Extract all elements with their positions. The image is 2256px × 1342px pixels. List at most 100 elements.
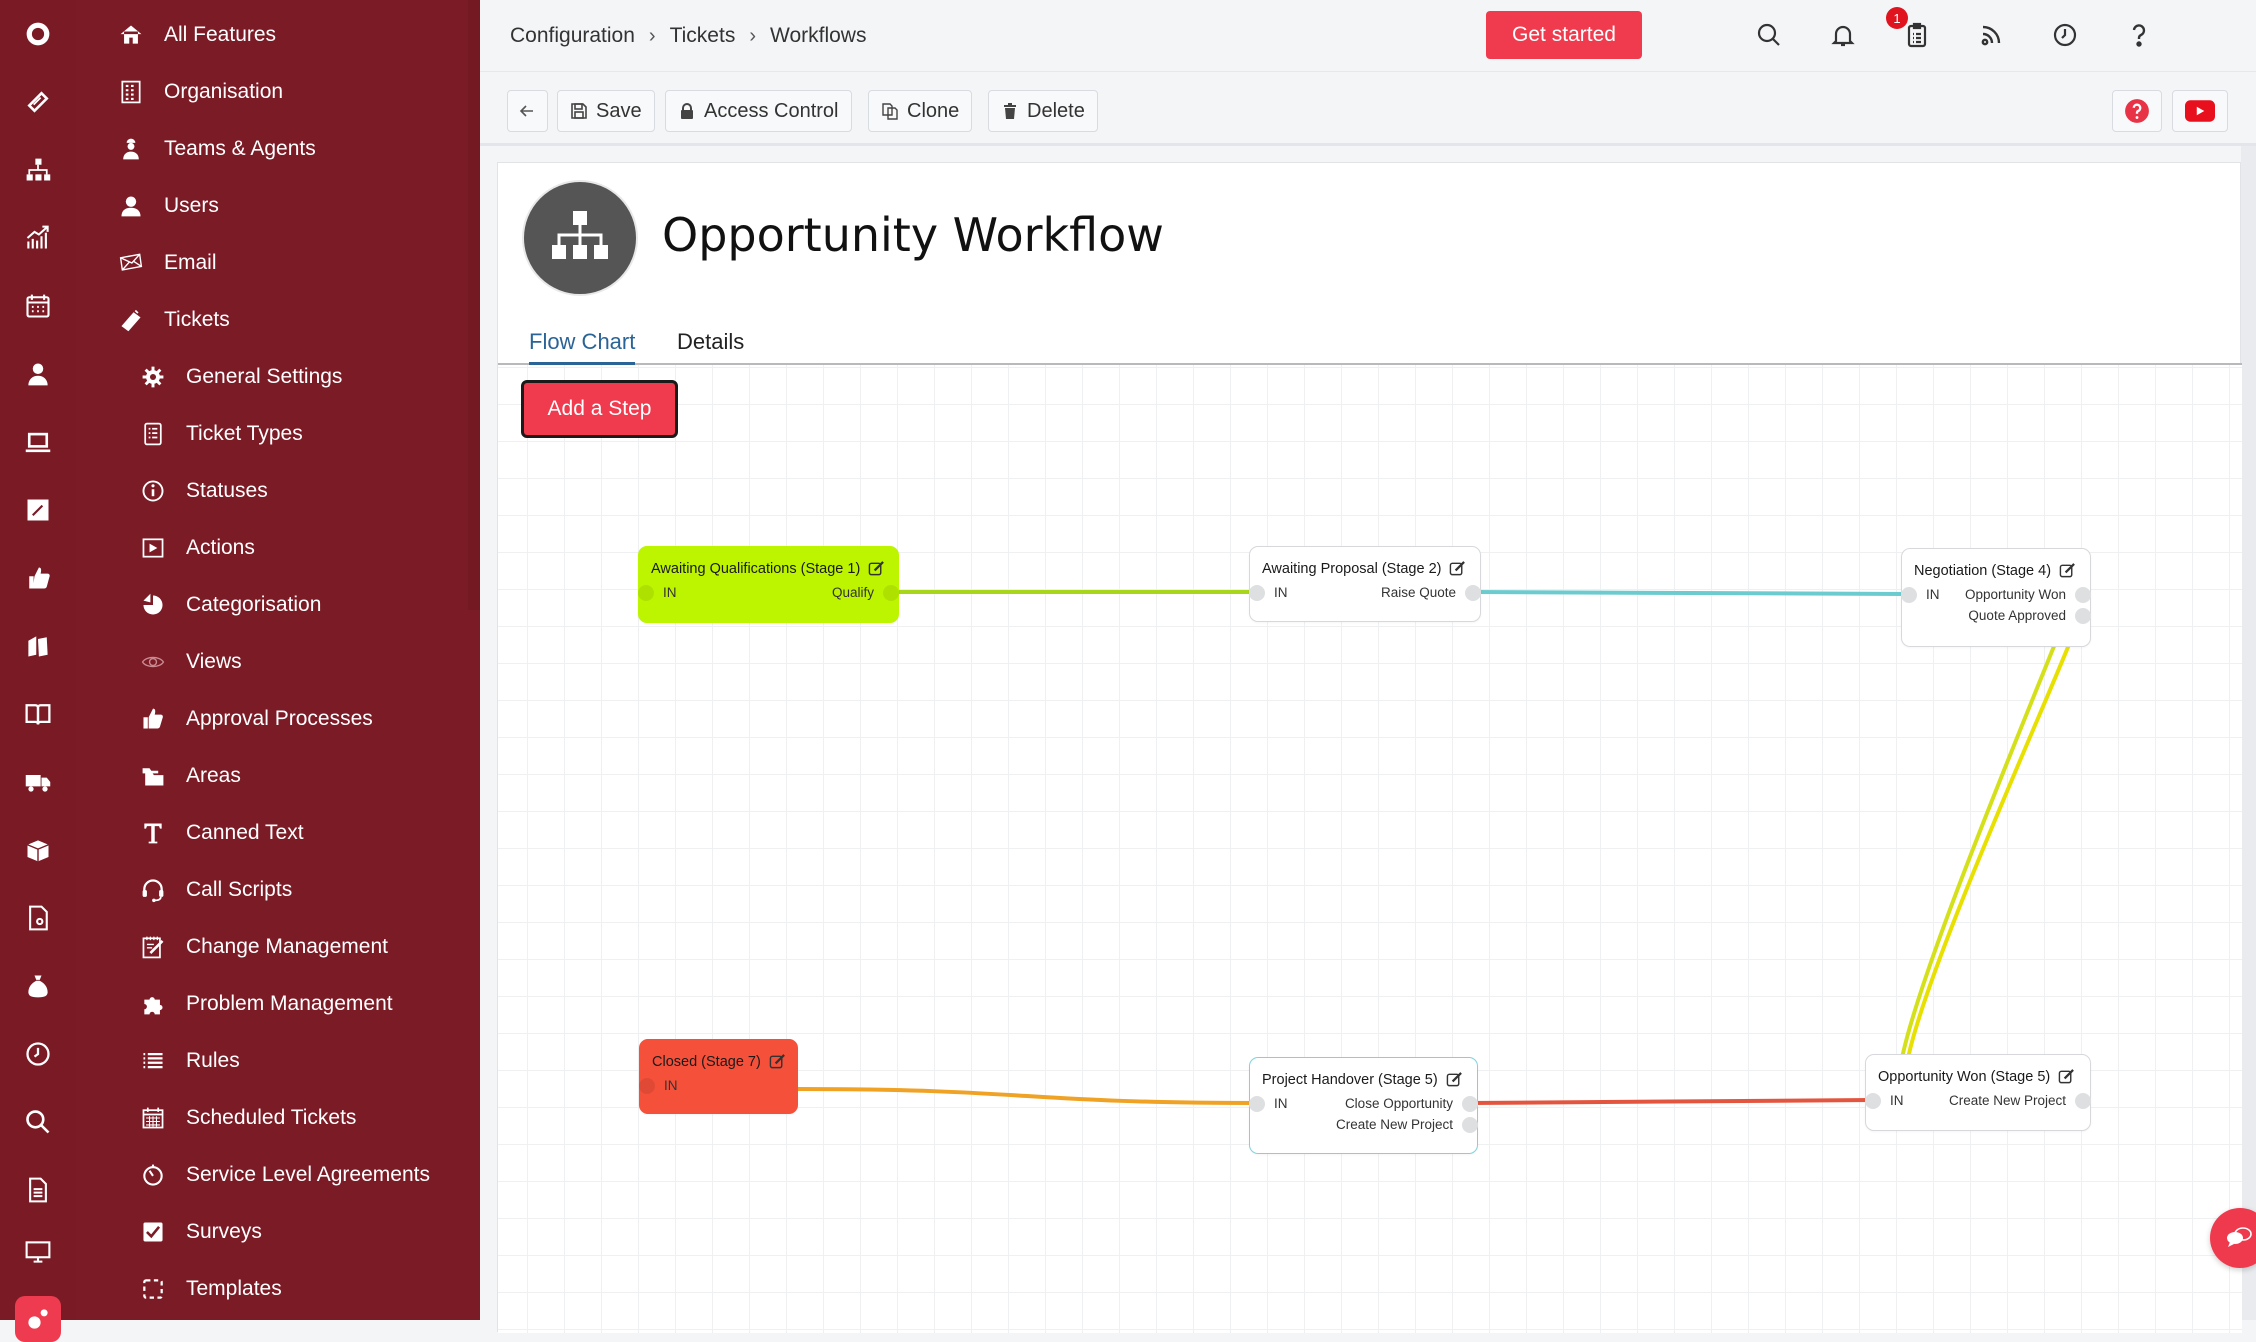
- sidebar-item-views[interactable]: Views: [138, 642, 242, 682]
- breadcrumb-configuration[interactable]: Configuration: [510, 24, 635, 48]
- search-icon[interactable]: [0, 1102, 76, 1142]
- flow-node-s2[interactable]: Awaiting Proposal (Stage 2) IN Raise Quote: [1249, 546, 1481, 622]
- flow-link-s4-s5w[interactable]: [1904, 636, 2074, 1071]
- monitor-icon[interactable]: [0, 1232, 76, 1272]
- search-document-icon[interactable]: [0, 898, 76, 938]
- sidebar-item-general-settings[interactable]: General Settings: [138, 357, 342, 397]
- text-t-icon: [138, 818, 168, 848]
- output-port[interactable]: [2075, 1093, 2091, 1109]
- input-port[interactable]: [1249, 585, 1265, 601]
- edit-icon[interactable]: [1446, 1071, 1463, 1088]
- org-chart-icon[interactable]: [0, 150, 76, 190]
- back-button[interactable]: [507, 90, 548, 132]
- youtube-button[interactable]: [2172, 90, 2228, 132]
- app-logo-icon[interactable]: [0, 14, 76, 54]
- bell-icon[interactable]: [1826, 18, 1860, 52]
- search-icon[interactable]: [1752, 18, 1786, 52]
- help-icon[interactable]: [2122, 18, 2156, 52]
- save-button[interactable]: Save: [557, 90, 655, 132]
- input-port[interactable]: [639, 1078, 655, 1094]
- sidebar-item-label: Categorisation: [186, 593, 322, 616]
- boxes-icon[interactable]: [0, 626, 76, 666]
- flow-node-s1[interactable]: Awaiting Qualifications (Stage 1) IN Quali…: [638, 546, 899, 623]
- output-port[interactable]: [1465, 585, 1481, 601]
- input-port[interactable]: [638, 585, 654, 601]
- sidebar-item-call-scripts[interactable]: Call Scripts: [138, 870, 292, 910]
- thumbs-up-icon[interactable]: [0, 558, 76, 598]
- flow-node-title: Awaiting Qualifications (Stage 1): [651, 560, 885, 577]
- input-port[interactable]: [1901, 587, 1917, 603]
- sidebar-item-ticket-types[interactable]: Ticket Types: [138, 414, 303, 454]
- sidebar-item-templates[interactable]: Templates: [138, 1269, 282, 1309]
- flow-link-s4-s5w[interactable]: [1898, 615, 2068, 1071]
- flow-link-s7-s5h[interactable]: [797, 1087, 1257, 1105]
- truck-icon[interactable]: [0, 762, 76, 802]
- sidebar-item-service-level-agreements[interactable]: Service Level Agreements: [138, 1155, 430, 1195]
- edit-icon[interactable]: [769, 1053, 786, 1070]
- get-started-button[interactable]: Get started: [1486, 11, 1642, 59]
- edit-icon[interactable]: [2058, 1068, 2075, 1085]
- sidebar-item-surveys[interactable]: Surveys: [138, 1212, 262, 1252]
- book-icon[interactable]: [0, 694, 76, 734]
- sidebar-scrollbar[interactable]: [468, 0, 480, 610]
- sidebar-item-all-features[interactable]: All Features: [116, 15, 276, 55]
- sidebar-item-statuses[interactable]: Statuses: [138, 471, 268, 511]
- flow-node-s7[interactable]: Closed (Stage 7) IN: [639, 1039, 798, 1114]
- sidebar-item-scheduled-tickets[interactable]: Scheduled Tickets: [138, 1098, 356, 1138]
- sidebar-item-actions[interactable]: Actions: [138, 528, 255, 568]
- sidebar-item-areas[interactable]: Areas: [138, 756, 241, 796]
- output-port[interactable]: [883, 585, 899, 601]
- clone-button[interactable]: Clone: [868, 90, 973, 132]
- output-port[interactable]: [2075, 608, 2091, 624]
- sidebar-item-email[interactable]: Email: [116, 243, 217, 283]
- document-icon[interactable]: [0, 1170, 76, 1210]
- flow-node-s4[interactable]: Negotiation (Stage 4) IN Opportunity Won Qu…: [1901, 548, 2091, 647]
- edit-icon[interactable]: [1449, 560, 1466, 577]
- settings-gears-icon[interactable]: [15, 1296, 61, 1342]
- edit-icon[interactable]: [2059, 562, 2076, 579]
- analytics-icon[interactable]: [0, 218, 76, 258]
- input-port[interactable]: [1249, 1096, 1265, 1112]
- sidebar-item-categorisation[interactable]: Categorisation: [138, 585, 321, 625]
- access-control-button[interactable]: Access Control: [665, 90, 852, 132]
- sidebar-item-users[interactable]: Users: [116, 186, 219, 226]
- ticket-icon[interactable]: [0, 82, 76, 122]
- tab-details[interactable]: Details: [677, 329, 744, 355]
- sidebar-item-label: Views: [186, 650, 242, 673]
- sidebar-item-organisation[interactable]: Organisation: [116, 72, 283, 112]
- laptop-icon[interactable]: [0, 422, 76, 462]
- help-button[interactable]: [2112, 90, 2162, 132]
- flow-link-s5w-s5h[interactable]: [1470, 1098, 1873, 1105]
- input-port[interactable]: [1865, 1093, 1881, 1109]
- arrow-left-icon: [519, 105, 533, 117]
- clock-icon[interactable]: [0, 1034, 76, 1074]
- output-port[interactable]: [1462, 1096, 1478, 1112]
- sidebar-item-canned-text[interactable]: Canned Text: [138, 813, 304, 853]
- output-port[interactable]: [1462, 1117, 1478, 1133]
- breadcrumb-tickets[interactable]: Tickets: [670, 24, 736, 48]
- sidebar-item-teams-agents[interactable]: Teams & Agents: [116, 129, 316, 169]
- sidebar-item-tickets[interactable]: Tickets: [116, 300, 230, 340]
- output-port[interactable]: [2075, 587, 2091, 603]
- flow-link-s2-s4[interactable]: [1473, 590, 1909, 596]
- tab-flow-chart[interactable]: Flow Chart: [529, 329, 636, 366]
- edit-icon[interactable]: [868, 560, 885, 577]
- calendar-icon[interactable]: [0, 286, 76, 326]
- delete-button[interactable]: Delete: [988, 90, 1098, 132]
- agent-icon[interactable]: [0, 354, 76, 394]
- flowchart-canvas[interactable]: Add a Step Awaiting Qualifications (Stag…: [498, 365, 2242, 1333]
- sidebar-item-rules[interactable]: Rules: [138, 1041, 240, 1081]
- sidebar-item-change-management[interactable]: Change Management: [138, 927, 388, 967]
- history-clock-icon[interactable]: [2048, 18, 2082, 52]
- rss-icon[interactable]: [1974, 18, 2008, 52]
- sidebar-item-problem-management[interactable]: Problem Management: [138, 984, 393, 1024]
- money-bag-icon[interactable]: [0, 966, 76, 1006]
- breadcrumb-workflows[interactable]: Workflows: [770, 24, 866, 48]
- edit-icon[interactable]: [0, 490, 76, 530]
- flow-node-s5h[interactable]: Project Handover (Stage 5) IN Close Opport…: [1249, 1057, 1478, 1154]
- add-step-button[interactable]: Add a Step: [521, 380, 678, 438]
- question-circle-icon: [2125, 99, 2149, 123]
- sidebar-item-approval-processes[interactable]: Approval Processes: [138, 699, 373, 739]
- box-icon[interactable]: [0, 830, 76, 870]
- flow-node-s5w[interactable]: Opportunity Won (Stage 5) IN Create New Pr…: [1865, 1054, 2091, 1131]
